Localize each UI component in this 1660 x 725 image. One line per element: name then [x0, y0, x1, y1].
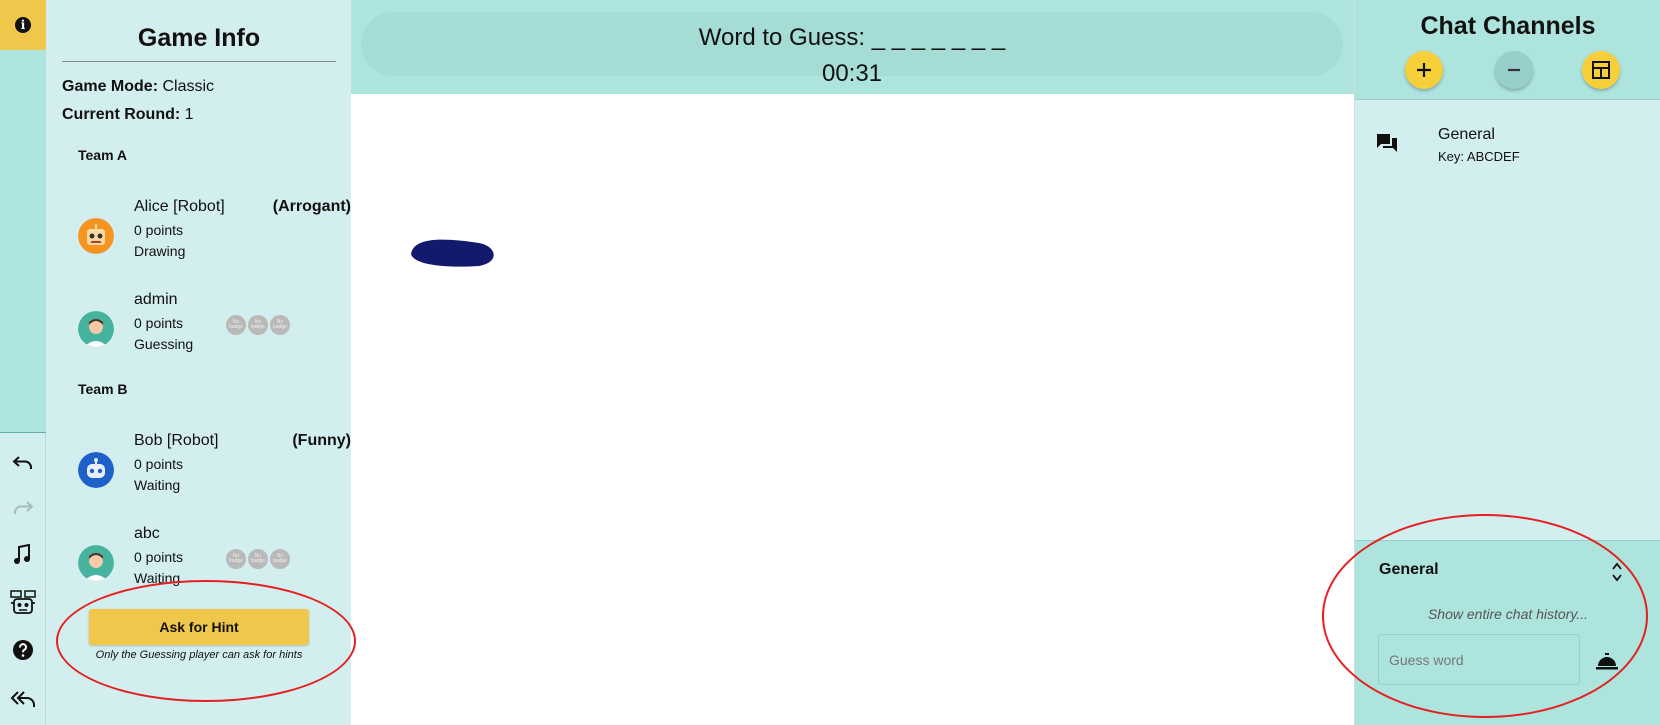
player-row: Bob [Robot] (Funny) 0 points Waiting [78, 432, 351, 512]
info-button[interactable]: i [0, 0, 46, 50]
brush-stroke [411, 239, 494, 267]
show-history-link[interactable]: Show entire chat history... [1355, 606, 1660, 622]
player-row: Alice [Robot] (Arrogant) 0 points Drawin… [78, 198, 351, 278]
badge: No badge [248, 549, 268, 569]
unfold-icon[interactable] [1611, 561, 1623, 583]
layout-button[interactable] [1582, 51, 1620, 89]
redo-icon [14, 501, 34, 514]
add-icon [1417, 63, 1431, 77]
robot-avatar [78, 452, 114, 488]
robot-icon [10, 590, 36, 614]
help-button[interactable] [0, 633, 46, 667]
robot-button[interactable] [0, 586, 46, 620]
badge-list: No badge No badge No badge [226, 549, 290, 569]
ask-for-hint-button[interactable]: Ask for Hint [89, 609, 309, 645]
word-to-guess: Word to Guess: _ _ _ _ _ _ _ [698, 24, 1006, 51]
user-avatar [78, 545, 114, 581]
game-mode-label: Game Mode: [62, 78, 159, 95]
round-value: 1 [184, 106, 194, 123]
info-icon: i [15, 17, 31, 33]
badge: No badge [270, 549, 290, 569]
player-row: abc 0 points No badge No badge No badge … [78, 525, 338, 605]
word-header: Word to Guess: _ _ _ _ _ _ _ 00:31 [351, 0, 1354, 94]
player-status: Waiting [134, 570, 181, 586]
team-a-label: Team A [78, 147, 128, 163]
user-avatar [78, 311, 114, 347]
chat-title: Chat Channels [1420, 12, 1596, 40]
robot-avatar [78, 218, 114, 254]
player-persona: (Funny) [292, 432, 351, 449]
badge: No badge [226, 315, 246, 335]
round-label: Current Round: [62, 106, 181, 123]
current-round: Current Round: 1 [62, 106, 194, 124]
chat-box: General Show entire chat history... [1355, 540, 1660, 725]
player-row: admin 0 points No badge No badge No badg… [78, 291, 338, 371]
player-persona: (Arrogant) [272, 198, 351, 215]
game-mode-value: Classic [162, 78, 215, 95]
tool-sidebar: i [0, 0, 46, 725]
music-button[interactable] [0, 538, 46, 572]
toolbar-strip [0, 50, 46, 433]
word-pill: Word to Guess: _ _ _ _ _ _ _ 00:31 [361, 12, 1343, 87]
active-channel-title: General [1379, 561, 1439, 578]
undo-button[interactable] [0, 445, 46, 479]
drawing-canvas[interactable] [351, 94, 1354, 725]
badge: No badge [270, 315, 290, 335]
concierge-bell-icon[interactable] [1595, 649, 1619, 671]
player-name: admin [134, 291, 178, 308]
player-points: 0 points [134, 456, 184, 472]
badge: No badge [226, 549, 246, 569]
badge: No badge [248, 315, 268, 335]
layout-icon [1592, 61, 1610, 79]
undo-icon [12, 456, 32, 469]
player-points: 0 points [134, 549, 184, 565]
exit-button[interactable] [0, 682, 46, 716]
help-icon [13, 640, 33, 660]
player-points: 0 points [134, 315, 184, 331]
channel-item-general[interactable]: General Key: ABCDEF [1375, 122, 1645, 172]
chat-header: Chat Channels [1355, 0, 1660, 100]
guess-input[interactable] [1378, 634, 1580, 685]
round-timer: 00:31 [821, 60, 883, 87]
redo-button[interactable] [0, 490, 46, 524]
game-mode: Game Mode: Classic [62, 78, 214, 96]
forum-icon [1377, 134, 1397, 152]
badge-list: No badge No badge No badge [226, 315, 290, 335]
player-status: Waiting [134, 477, 181, 493]
player-status: Guessing [134, 336, 194, 352]
channel-key: Key: ABCDEF [1438, 149, 1520, 164]
remove-icon [1508, 68, 1520, 72]
music-note-icon [14, 544, 30, 564]
team-b-label: Team B [78, 381, 128, 397]
remove-channel-button[interactable] [1495, 51, 1533, 89]
chat-panel: Chat Channels General Key: ABCDEF Genera… [1354, 0, 1660, 725]
hint-note: Only the Guessing player can ask for hin… [95, 649, 303, 661]
channel-name: General [1438, 126, 1495, 143]
canvas-surface [411, 239, 494, 267]
add-channel-button[interactable] [1405, 51, 1443, 89]
player-status: Drawing [134, 243, 186, 259]
player-name: Bob [Robot] [134, 432, 219, 449]
player-name: Alice [Robot] [134, 198, 225, 215]
player-name: abc [134, 525, 160, 542]
player-points: 0 points [134, 222, 184, 238]
game-info-title: Game Info [62, 24, 336, 62]
reply-all-icon [10, 691, 35, 707]
